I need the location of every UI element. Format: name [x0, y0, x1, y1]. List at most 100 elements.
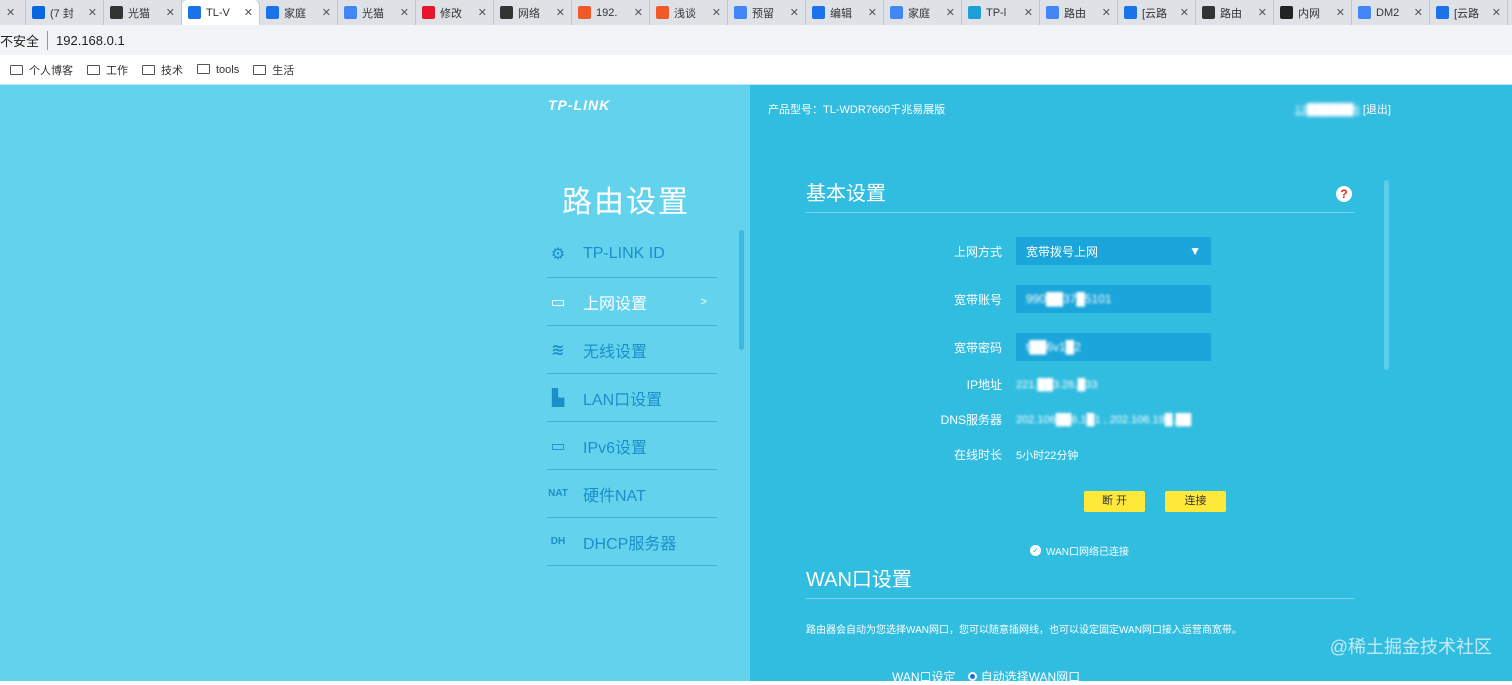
sidebar: TP-LINK 路由设置 ⚙ TP-LINK ID ▭ 上网设置 > ≋ 无线设置 ▙ LAN口… [0, 85, 750, 681]
password-input[interactable]: t██6v1█2 [1016, 333, 1211, 361]
sidebar-scrollbar[interactable] [739, 230, 744, 350]
main-panel: 产品型号：TL-WDR7660千兆易展版 13██████6 [退出] 基本设置… [750, 85, 1512, 684]
close-icon[interactable]: ✕ [1258, 6, 1267, 19]
bookmark-item[interactable]: tools [197, 63, 239, 76]
close-icon[interactable]: ✕ [88, 6, 97, 19]
zhihu-icon [32, 6, 45, 19]
bookmark-item[interactable]: 技术 [142, 62, 183, 78]
browser-tab[interactable]: 预留 ✕ [728, 0, 806, 25]
tab-title: 家庭 [908, 7, 930, 20]
tp-circle-icon [968, 6, 981, 19]
wan-auto-radio[interactable]: 自动选择WAN网口 [967, 668, 1080, 685]
help-icon[interactable]: ? [1336, 186, 1352, 202]
sidebar-item-label: 无线设置 [583, 343, 648, 361]
sidebar-item[interactable]: NAT 硬件NAT [547, 470, 717, 518]
browser-tab[interactable]: 家庭 ✕ [884, 0, 962, 25]
dropdown-arrow-icon: ▼ [1189, 244, 1201, 258]
close-icon[interactable]: ✕ [1102, 6, 1111, 19]
account-input[interactable]: 990██37█5101 [1016, 285, 1211, 313]
tab-title: TL-V [206, 6, 230, 19]
browser-tab[interactable]: 路由 ✕ [1040, 0, 1118, 25]
tab-title: [云路 [1454, 7, 1480, 20]
browser-tab[interactable]: 光猫 ✕ [104, 0, 182, 25]
sidebar-item[interactable]: ▭ 上网设置 > [547, 278, 717, 326]
wifi-icon: ≋ [551, 341, 565, 359]
close-icon[interactable]: ✕ [556, 6, 565, 19]
close-icon[interactable]: ✕ [946, 6, 955, 19]
mode-label: 上网方式 [953, 244, 1002, 259]
browser-tab[interactable]: 路由 ✕ [1196, 0, 1274, 25]
close-icon[interactable]: ✕ [1492, 6, 1501, 19]
sidebar-item[interactable]: ≋ 无线设置 [547, 326, 717, 374]
browser-tab[interactable]: [云路 ✕ [1118, 0, 1196, 25]
security-indicator[interactable]: 不安全 [0, 30, 49, 50]
bookmark-item[interactable]: 生活 [253, 62, 294, 78]
folder-icon [142, 64, 155, 75]
user-account-link[interactable]: 13██████6 [1295, 104, 1360, 116]
radio-icon [967, 672, 977, 681]
browser-tab[interactable]: 192. ✕ [572, 0, 650, 25]
main-scrollbar[interactable] [1384, 180, 1389, 370]
close-icon[interactable]: ✕ [166, 6, 175, 19]
disconnect-button[interactable]: 断 开 [1084, 491, 1145, 512]
connect-button[interactable]: 连接 [1165, 491, 1226, 512]
browser-tab[interactable]: [云路 ✕ [1430, 0, 1508, 25]
router-icon [110, 6, 123, 19]
close-icon[interactable]: ✕ [400, 6, 409, 19]
bookmark-item[interactable]: 个人博客 [10, 62, 73, 78]
csdn-icon [578, 6, 591, 19]
wan-status-text: WAN口网络已连接 [1046, 547, 1129, 558]
bookmark-item[interactable]: 工作 [87, 62, 128, 78]
close-icon[interactable]: ✕ [1024, 6, 1033, 19]
sidebar-item[interactable]: ▭ IPv6设置 [547, 422, 717, 470]
close-icon[interactable]: ✕ [868, 6, 877, 19]
close-icon[interactable]: ✕ [1180, 6, 1189, 19]
dhcp-icon: DH [550, 536, 566, 547]
user-info: 13██████6 [退出] [1295, 101, 1391, 117]
sidebar-item-label: TP-LINK ID [583, 244, 665, 262]
sidebar-item[interactable]: DH DHCP服务器 [547, 518, 717, 566]
close-icon[interactable]: ✕ [478, 6, 487, 19]
close-icon[interactable]: ✕ [244, 6, 253, 19]
browser-tab[interactable]: 内网 ✕ [1274, 0, 1352, 25]
m-icon [1280, 6, 1293, 19]
browser-tab[interactable]: 光猫 ✕ [338, 0, 416, 25]
close-icon[interactable]: ✕ [322, 6, 331, 19]
check-icon: ✓ [1030, 545, 1041, 556]
nat-icon: NAT [548, 488, 568, 499]
sidebar-item[interactable]: ⚙ TP-LINK ID [547, 230, 717, 278]
tab-title: TP-l [986, 6, 1007, 19]
sidebar-item[interactable]: ▙ LAN口设置 [547, 374, 717, 422]
logout-link[interactable]: [退出] [1363, 104, 1391, 116]
url-text[interactable]: 192.168.0.1 [56, 33, 125, 48]
google-icon [344, 6, 357, 19]
browser-tab[interactable]: TP-l ✕ [962, 0, 1040, 25]
bookmarks-bar: 个人博客 工作 技术 tools 生活 [0, 55, 1512, 85]
close-icon[interactable]: ✕ [790, 6, 799, 19]
close-icon[interactable]: ✕ [1414, 6, 1423, 19]
tab-title: 内网 [1298, 7, 1320, 20]
browser-tab[interactable]: TL-V ✕ [182, 0, 260, 25]
google-icon [1046, 6, 1059, 19]
router-icon [1202, 6, 1215, 19]
browser-tab[interactable]: ✕ [0, 0, 26, 25]
browser-tab[interactable]: 编辑 ✕ [806, 0, 884, 25]
browser-tab[interactable]: 网络 ✕ [494, 0, 572, 25]
close-icon[interactable]: ✕ [6, 6, 15, 19]
browser-tab[interactable]: 浅谈 ✕ [650, 0, 728, 25]
browser-tab[interactable]: DM2 ✕ [1352, 0, 1430, 25]
close-icon[interactable]: ✕ [1336, 6, 1345, 19]
browser-tab[interactable]: (7 封 ✕ [26, 0, 104, 25]
browser-tab[interactable]: 修改 ✕ [416, 0, 494, 25]
connection-mode-select[interactable]: 宽带拨号上网 ▼ [1016, 237, 1211, 265]
chevron-right-icon: > [700, 295, 707, 308]
wan-status: ✓ WAN口网络已连接 [1030, 543, 1129, 558]
browser-tab[interactable]: 家庭 ✕ [260, 0, 338, 25]
sidebar-item-label: LAN口设置 [583, 391, 663, 409]
close-icon[interactable]: ✕ [712, 6, 721, 19]
address-bar[interactable]: 不安全 192.168.0.1 [0, 25, 1512, 55]
tab-title: 光猫 [362, 7, 384, 20]
close-icon[interactable]: ✕ [634, 6, 643, 19]
bookmark-label: 个人博客 [29, 64, 73, 77]
tab-title: DM2 [1376, 6, 1400, 19]
